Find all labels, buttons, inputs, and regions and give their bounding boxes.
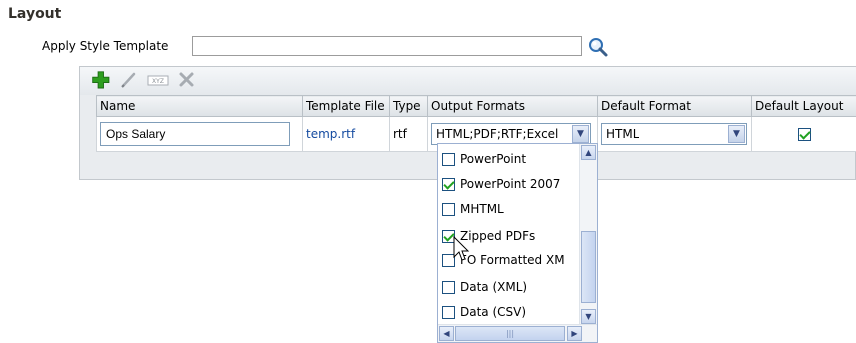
data-csv-checkbox[interactable] bbox=[442, 306, 455, 319]
table-header-row: Name Template File Type Output Formats D… bbox=[97, 96, 856, 117]
scroll-down-icon[interactable]: ▼ bbox=[581, 309, 596, 324]
column-header-template-file[interactable]: Template File bbox=[303, 96, 390, 117]
search-icon[interactable] bbox=[586, 36, 610, 58]
column-header-default-format[interactable]: Default Format bbox=[598, 96, 752, 117]
vertical-scroll-thumb[interactable] bbox=[581, 231, 596, 303]
horizontal-scrollbar[interactable]: ◀ ||| ▶ bbox=[438, 324, 597, 342]
default-format-value: HTML bbox=[606, 127, 639, 141]
horizontal-scroll-thumb[interactable]: ||| bbox=[455, 326, 565, 341]
section-title: Layout bbox=[8, 6, 61, 22]
list-item-label: MHTML bbox=[460, 202, 504, 216]
scroll-right-icon[interactable]: ▶ bbox=[567, 326, 582, 341]
default-format-select[interactable]: HTML ▼ bbox=[601, 123, 747, 145]
output-formats-select[interactable]: HTML;PDF;RTF;Excel ▼ bbox=[431, 123, 591, 145]
scroll-left-icon[interactable]: ◀ bbox=[439, 326, 454, 341]
output-formats-value: HTML;PDF;RTF;Excel bbox=[436, 127, 570, 141]
list-item-label: PowerPoint bbox=[460, 152, 526, 166]
type-cell: rtf bbox=[390, 117, 428, 152]
delete-icon[interactable] bbox=[176, 70, 198, 90]
column-header-default-layout[interactable]: Default Layout bbox=[752, 96, 856, 117]
list-item-label: Zipped PDFs bbox=[460, 229, 535, 243]
default-layout-checkbox[interactable] bbox=[798, 128, 811, 141]
add-icon[interactable] bbox=[90, 70, 112, 90]
name-cell bbox=[97, 117, 303, 152]
vertical-scrollbar[interactable]: ▲ ▼ bbox=[579, 144, 597, 325]
column-header-type[interactable]: Type bbox=[390, 96, 428, 117]
data-xml-checkbox[interactable] bbox=[442, 281, 455, 294]
list-item-label: PowerPoint 2007 bbox=[460, 177, 560, 191]
powerpoint-checkbox[interactable] bbox=[442, 153, 455, 166]
default-format-cell: HTML ▼ bbox=[598, 117, 752, 152]
template-file-cell: temp.rtf bbox=[303, 117, 390, 152]
column-header-output-formats[interactable]: Output Formats bbox=[428, 96, 598, 117]
list-item-label: Data (CSV) bbox=[460, 305, 526, 319]
default-layout-cell bbox=[752, 117, 856, 152]
edit-icon[interactable] bbox=[118, 70, 140, 90]
chevron-down-icon[interactable]: ▼ bbox=[728, 125, 745, 143]
xyz-icon-label: XYZ bbox=[152, 78, 164, 85]
column-header-name[interactable]: Name bbox=[97, 96, 303, 117]
list-item-label: FO Formatted XM bbox=[460, 253, 565, 267]
template-file-link[interactable]: temp.rtf bbox=[306, 127, 355, 141]
xyz-icon[interactable]: XYZ bbox=[146, 70, 172, 90]
mhtml-checkbox[interactable] bbox=[442, 203, 455, 216]
powerpoint-2007-checkbox[interactable] bbox=[442, 178, 455, 191]
mouse-cursor-icon bbox=[452, 236, 470, 264]
apply-style-template-input[interactable] bbox=[192, 36, 582, 56]
apply-style-template-label: Apply Style Template bbox=[42, 39, 168, 53]
scroll-up-icon[interactable]: ▲ bbox=[581, 145, 596, 160]
chevron-down-icon[interactable]: ▼ bbox=[572, 125, 589, 143]
list-item-label: Data (XML) bbox=[460, 280, 527, 294]
type-value: rtf bbox=[393, 127, 407, 141]
name-input[interactable] bbox=[100, 122, 290, 146]
